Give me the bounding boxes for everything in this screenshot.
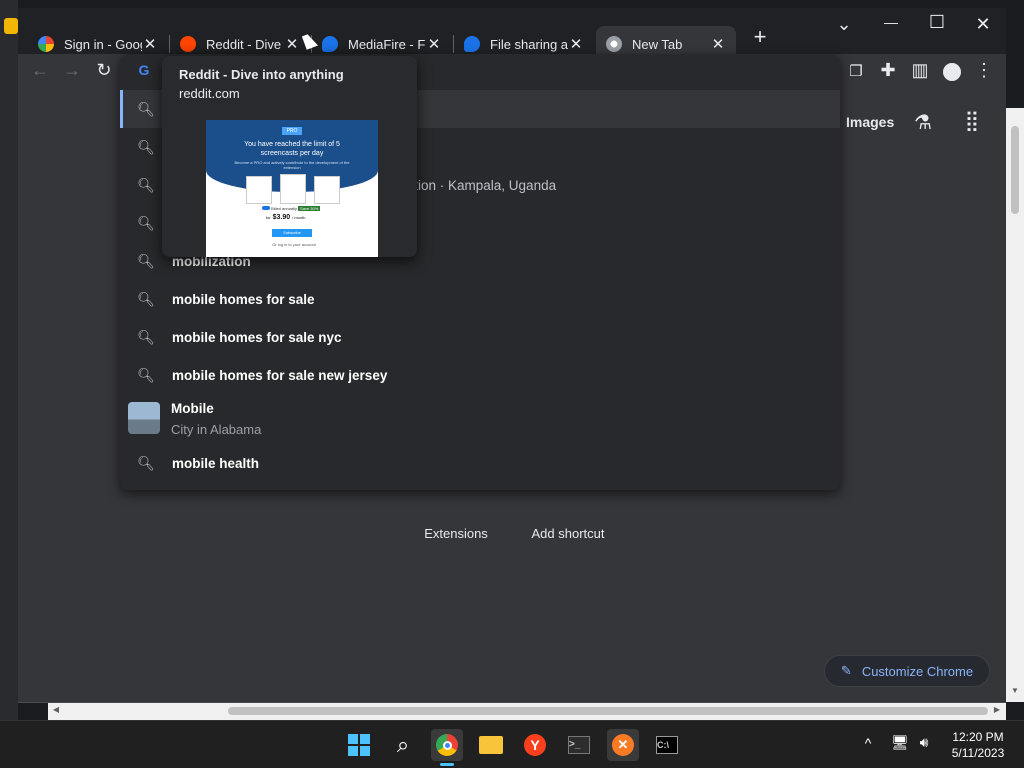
- customize-chrome-button[interactable]: ✎ Customize Chrome: [824, 655, 990, 687]
- entity-title: Mobile: [171, 401, 214, 416]
- search-icon: 🔍︎: [137, 290, 155, 307]
- suggestion-row[interactable]: 🔍︎ mobile homes for sale: [120, 280, 840, 318]
- minimize-button[interactable]: —: [876, 14, 906, 30]
- reddit-icon: [180, 36, 196, 52]
- maximize-button[interactable]: ☐: [922, 12, 952, 33]
- toggle-icon: [262, 206, 270, 210]
- taskbar: ⌕ Y >_ ✕ C:\ ^ 🖥︎ 🔊︎ 12:20 PM 5/11/2023: [0, 720, 1024, 768]
- tab-title: New Tab: [632, 36, 683, 52]
- new-tab-button[interactable]: +: [746, 24, 774, 50]
- chevron-up-icon[interactable]: ^: [858, 735, 878, 751]
- chrome-taskbar-icon[interactable]: [431, 729, 463, 761]
- profile-avatar[interactable]: [943, 63, 961, 81]
- search-icon: 🔍︎: [137, 328, 155, 345]
- search-icon[interactable]: ⌕: [387, 729, 419, 761]
- customize-label: Customize Chrome: [861, 663, 974, 679]
- search-icon: 🔍︎: [137, 366, 155, 383]
- badge-icon: [4, 18, 18, 34]
- thumbnail-sub: Become a PRO and actively contribute to …: [234, 160, 350, 170]
- mediafire-icon: [464, 36, 480, 52]
- background-window-edge: [0, 0, 18, 720]
- suggestion-row[interactable]: 🔍︎ mobile homes for sale nyc: [120, 318, 840, 356]
- labs-icon[interactable]: ⚗: [910, 110, 936, 135]
- forward-icon[interactable]: →: [60, 60, 84, 81]
- tab-title: Sign in - Google: [64, 36, 142, 52]
- scroll-thumb[interactable]: [1011, 126, 1019, 214]
- vertical-scrollbar[interactable]: ▼: [1006, 108, 1024, 702]
- yandex-icon[interactable]: Y: [519, 729, 551, 761]
- scroll-right-arrow[interactable]: ▶: [991, 705, 1003, 714]
- scroll-left-arrow[interactable]: ◀: [50, 705, 62, 714]
- menu-icon[interactable]: ⋮: [972, 60, 996, 81]
- suggestion-text: mobile homes for sale nyc: [172, 329, 342, 345]
- pencil-icon: ✎: [840, 663, 852, 678]
- thumbnail-price-row: for $3.90 / month: [266, 214, 326, 221]
- suggestion-row[interactable]: 🔍︎ mobile health: [120, 444, 840, 482]
- entity-subtitle: City in Alabama: [171, 422, 262, 437]
- suggestion-row[interactable]: 🔍︎ mobile homes for sale new jersey: [120, 356, 840, 394]
- city-thumbnail: [128, 402, 160, 434]
- thumbnail-logo: PRO: [282, 127, 302, 135]
- mediafire-icon: [322, 36, 338, 52]
- active-app-indicator: [440, 763, 454, 766]
- xampp-icon[interactable]: ✕: [607, 729, 639, 761]
- add-shortcut-label[interactable]: Add shortcut: [513, 526, 623, 541]
- apps-grid-icon[interactable]: ⣿: [958, 108, 986, 133]
- tab-title: MediaFire - File sharing: [348, 36, 426, 52]
- thumbnail-toggle-label: Billed annually: [271, 206, 297, 211]
- tab-title: Reddit - Dive into anything: [206, 36, 284, 52]
- thumbnail-card: [246, 176, 272, 204]
- terminal-icon[interactable]: >_: [563, 729, 595, 761]
- clock-time[interactable]: 12:20 PM: [946, 730, 1010, 744]
- close-tab-icon[interactable]: ✕: [710, 35, 726, 53]
- network-icon[interactable]: 🖥︎: [890, 734, 910, 751]
- reload-icon[interactable]: ↻: [92, 60, 116, 81]
- shortcut-extensions-label[interactable]: Extensions: [401, 526, 511, 541]
- images-link[interactable]: Images: [846, 114, 894, 130]
- suggestion-hint: zation · Kampala, Uganda: [400, 177, 557, 193]
- suggestion-text: mobile health: [172, 455, 260, 471]
- suggestion-text: mobile homes for sale: [172, 291, 315, 307]
- close-tab-icon[interactable]: ✕: [284, 35, 300, 53]
- thumbnail-toggle-row: Billed annually Save 30%: [262, 206, 321, 211]
- cmd-icon[interactable]: C:\: [651, 729, 683, 761]
- thumbnail-card: [280, 174, 306, 204]
- thumbnail-discount: Save 30%: [298, 206, 321, 211]
- close-tab-icon[interactable]: ✕: [568, 35, 584, 53]
- google-icon: [38, 36, 54, 52]
- thumbnail-subscribe: Subscribe: [272, 229, 312, 237]
- google-g-icon: G: [138, 62, 150, 78]
- close-tab-icon[interactable]: ✕: [426, 35, 442, 53]
- reading-list-icon[interactable]: ❐: [844, 62, 868, 80]
- thumbnail-price: $3.90: [272, 214, 291, 221]
- search-icon: 🔍︎: [137, 454, 155, 471]
- extensions-icon[interactable]: ✚: [876, 60, 900, 81]
- tab-search-icon[interactable]: ⌄: [830, 14, 858, 35]
- clock-date[interactable]: 5/11/2023: [946, 746, 1010, 760]
- thumbnail-price-prefix: for: [266, 215, 271, 220]
- thumbnail-footer: Or log in to your account: [272, 242, 316, 247]
- file-explorer-icon[interactable]: [475, 729, 507, 761]
- close-tab-icon[interactable]: ✕: [142, 35, 158, 53]
- hover-card-domain: reddit.com: [179, 86, 240, 101]
- hover-card-title: Reddit - Dive into anything: [179, 67, 344, 82]
- tab-strip: Sign in - Google ✕ Reddit - Dive into an…: [18, 8, 1006, 62]
- volume-icon[interactable]: 🔊︎: [914, 734, 934, 751]
- close-window-button[interactable]: ✕: [968, 14, 998, 35]
- scroll-down-arrow[interactable]: ▼: [1008, 686, 1022, 695]
- windows-start-icon[interactable]: [343, 729, 375, 761]
- entity-suggestion[interactable]: Mobile City in Alabama: [120, 394, 840, 444]
- page-thumbnail: PRO You have reached the limit of 5 scre…: [206, 120, 378, 257]
- suggestion-text: mobile homes for sale new jersey: [172, 367, 388, 383]
- horizontal-scrollbar[interactable]: ◀ ▶: [48, 703, 1006, 720]
- tab-title: File sharing and storage: [490, 36, 568, 52]
- thumbnail-headline: You have reached the limit of 5 screenca…: [244, 141, 340, 157]
- scroll-thumb[interactable]: [228, 707, 988, 715]
- thumbnail-price-suffix: / month: [292, 215, 306, 220]
- back-icon[interactable]: ←: [28, 60, 52, 81]
- thumbnail-card: [314, 176, 340, 204]
- chrome-icon: [606, 36, 622, 52]
- side-panel-icon[interactable]: ▥: [908, 60, 932, 81]
